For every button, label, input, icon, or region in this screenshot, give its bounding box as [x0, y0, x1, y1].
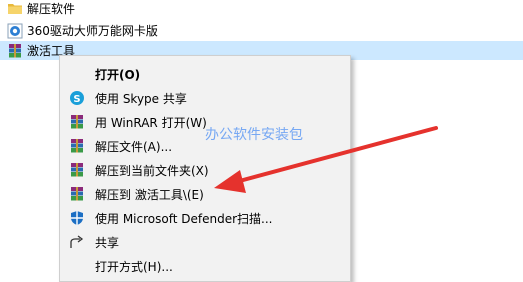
menu-item-open-with[interactable]: 打开方式(H)...	[60, 254, 350, 278]
file-row-installer[interactable]: 360驱动大师万能网卡版	[0, 21, 523, 40]
winrar-archive-icon	[9, 43, 21, 57]
file-row-folder[interactable]: 解压软件	[0, 0, 523, 18]
installer-icon	[7, 23, 23, 38]
menu-item-defender-scan[interactable]: 使用 Microsoft Defender扫描...	[60, 206, 350, 230]
menu-item-label: 打开(O)	[95, 68, 141, 82]
watermark-text: 办公软件安装包	[205, 127, 303, 143]
menu-item-label: 解压文件(A)...	[95, 140, 173, 154]
defender-shield-icon	[71, 211, 83, 225]
menu-item-label: 使用 Microsoft Defender扫描...	[95, 212, 273, 226]
share-icon	[70, 235, 84, 248]
winrar-icon	[71, 115, 83, 129]
menu-item-extract-to-folder[interactable]: 解压到 激活工具\(E)	[60, 182, 350, 206]
menu-item-label: 共享	[95, 236, 120, 250]
menu-item-label: 用 WinRAR 打开(W)	[95, 116, 207, 130]
menu-item-label: 解压到当前文件夹(X)	[95, 164, 209, 178]
file-name: 解压软件	[27, 2, 76, 16]
menu-item-extract-here[interactable]: 解压到当前文件夹(X)	[60, 158, 350, 182]
winrar-icon	[71, 139, 83, 153]
winrar-icon	[71, 163, 83, 177]
menu-item-label: 打开方式(H)...	[95, 260, 173, 274]
menu-item-label: 使用 Skype 共享	[95, 92, 187, 106]
menu-item-skype-share[interactable]: S 使用 Skype 共享	[60, 86, 350, 110]
winrar-icon	[71, 187, 83, 201]
menu-item-open[interactable]: 打开(O)	[60, 62, 350, 86]
svg-text:S: S	[73, 94, 80, 105]
folder-icon	[8, 3, 22, 14]
context-menu: 打开(O) S 使用 Skype 共享 用 WinRAR 打开(W) 解压文件(…	[59, 55, 351, 282]
menu-item-share[interactable]: 共享	[60, 230, 350, 254]
skype-icon: S	[70, 91, 84, 105]
file-name: 360驱动大师万能网卡版	[27, 24, 158, 38]
menu-item-label: 解压到 激活工具\(E)	[95, 188, 204, 202]
